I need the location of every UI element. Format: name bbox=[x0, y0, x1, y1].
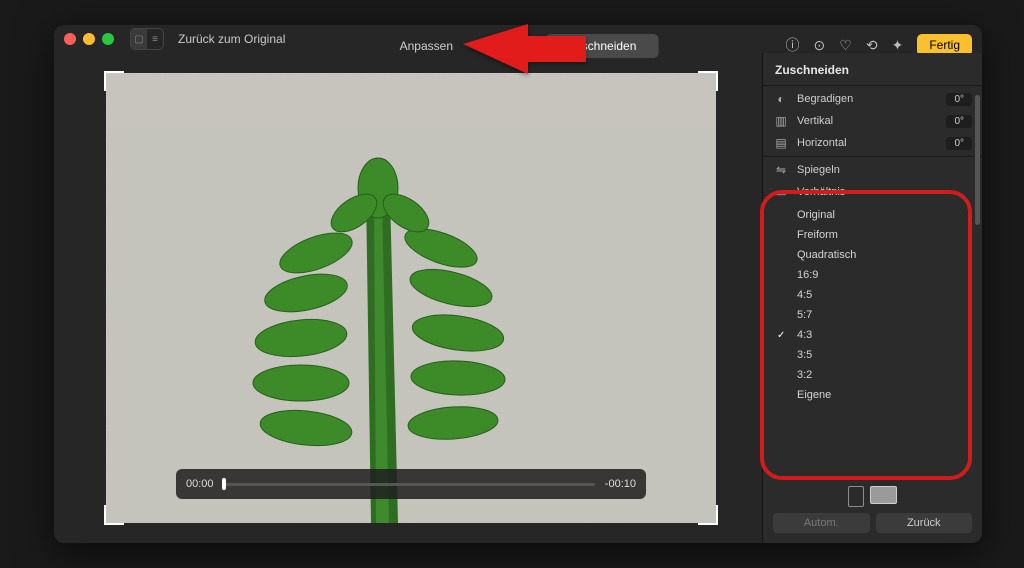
scrubber-track[interactable] bbox=[224, 483, 595, 486]
checkmark-icon: ✓ bbox=[777, 330, 787, 341]
aspect-ratio-option[interactable]: 5:7 bbox=[763, 305, 982, 325]
aspect-ratio-label: Freiform bbox=[797, 229, 838, 241]
vertical-row[interactable]: ▥ Vertikal 0° bbox=[763, 110, 982, 132]
horizontal-value: 0° bbox=[946, 137, 972, 150]
more-icon[interactable]: ⊙ bbox=[814, 37, 826, 54]
aspect-icon: ▭ bbox=[773, 185, 789, 199]
aspect-ratio-label: 3:2 bbox=[797, 369, 812, 381]
aspect-ratio-option[interactable]: Original bbox=[763, 205, 982, 225]
video-remaining-time: -00:10 bbox=[605, 478, 636, 490]
orientation-landscape[interactable] bbox=[870, 486, 897, 504]
aspect-ratio-label: Quadratisch bbox=[797, 249, 856, 261]
list-view-icon[interactable]: ≡ bbox=[147, 29, 163, 49]
aspect-ratio-label: Eigene bbox=[797, 389, 831, 401]
aspect-ratio-label: Original bbox=[797, 209, 835, 221]
crop-handle-tl[interactable] bbox=[104, 71, 124, 91]
sidebar-scrollbar[interactable] bbox=[975, 95, 980, 225]
window-controls bbox=[64, 33, 114, 45]
straighten-label: Begradigen bbox=[797, 93, 853, 105]
aspect-ratio-option[interactable]: 16:9 bbox=[763, 265, 982, 285]
autoenhance-icon[interactable]: ✦ bbox=[892, 37, 904, 54]
reset-button[interactable]: Zurück bbox=[876, 513, 973, 533]
aspect-ratio-option[interactable]: ✓ 4:3 bbox=[763, 325, 982, 345]
sidebar-footer: Autom. Zurück bbox=[763, 478, 982, 543]
straighten-row[interactable]: ◐ Begradigen 0° bbox=[763, 88, 982, 110]
vertical-value: 0° bbox=[946, 115, 972, 128]
minimize-window-button[interactable] bbox=[83, 33, 95, 45]
auto-button[interactable]: Autom. bbox=[773, 513, 870, 533]
orientation-portrait[interactable] bbox=[848, 486, 864, 507]
favorite-icon[interactable]: ♡ bbox=[839, 37, 852, 54]
rotate-icon[interactable]: ⟲ bbox=[866, 37, 878, 54]
view-toggle[interactable]: ▢ ≡ bbox=[130, 28, 164, 50]
crop-handle-tr[interactable] bbox=[698, 71, 718, 91]
straighten-value: 0° bbox=[946, 93, 972, 106]
aspect-ratio-label: 5:7 bbox=[797, 309, 812, 321]
aspect-ratio-label: 16:9 bbox=[797, 269, 818, 281]
info-icon[interactable]: ⓘ bbox=[786, 35, 800, 55]
crop-handle-bl[interactable] bbox=[104, 505, 124, 525]
vertical-label: Vertikal bbox=[797, 115, 833, 127]
flip-icon: ⇋ bbox=[773, 163, 789, 177]
titlebar: ▢ ≡ Zurück zum Original Anpassen Filter … bbox=[54, 25, 982, 53]
aspect-ratio-list: Original Freiform Quadratisch 16:9 4:5 5:7 ✓ 4:… bbox=[763, 203, 982, 411]
horizontal-icon: ▤ bbox=[773, 136, 789, 150]
canvas-area: 00:00 -00:10 bbox=[54, 53, 762, 543]
crop-sidebar: Zuschneiden ◐ Begradigen 0° ▥ Vertikal 0… bbox=[762, 53, 982, 543]
aspect-ratio-option[interactable]: Quadratisch bbox=[763, 245, 982, 265]
flip-label: Spiegeln bbox=[797, 164, 840, 176]
flip-row[interactable]: ⇋ Spiegeln bbox=[763, 159, 982, 181]
revert-to-original-button[interactable]: Zurück zum Original bbox=[178, 32, 285, 46]
sidebar-title: Zuschneiden bbox=[763, 53, 982, 83]
video-current-time: 00:00 bbox=[186, 478, 214, 490]
aspect-ratio-label: 4:3 bbox=[797, 329, 812, 341]
aspect-ratio-option[interactable]: Freiform bbox=[763, 225, 982, 245]
scrubber-knob[interactable] bbox=[222, 478, 226, 490]
video-scrubber[interactable]: 00:00 -00:10 bbox=[176, 469, 646, 499]
horizontal-label: Horizontal bbox=[797, 137, 847, 149]
straighten-icon: ◐ bbox=[773, 92, 789, 106]
crop-handle-br[interactable] bbox=[698, 505, 718, 525]
horizontal-row[interactable]: ▤ Horizontal 0° bbox=[763, 132, 982, 154]
aspect-label: Verhältnis bbox=[797, 186, 845, 198]
aspect-ratio-label: 3:5 bbox=[797, 349, 812, 361]
aspect-ratio-option[interactable]: 3:2 bbox=[763, 365, 982, 385]
vertical-icon: ▥ bbox=[773, 114, 789, 128]
preview-image bbox=[106, 73, 716, 523]
editor-window: ▢ ≡ Zurück zum Original Anpassen Filter … bbox=[54, 25, 982, 543]
aspect-row: ▭ Verhältnis bbox=[763, 181, 982, 203]
aspect-ratio-option[interactable]: 4:5 bbox=[763, 285, 982, 305]
aspect-ratio-option[interactable]: 3:5 bbox=[763, 345, 982, 365]
fullscreen-window-button[interactable] bbox=[102, 33, 114, 45]
editor-body: 00:00 -00:10 Zuschneiden ◐ Begradigen 0°… bbox=[54, 53, 982, 543]
thumbnail-view-icon[interactable]: ▢ bbox=[131, 29, 147, 49]
close-window-button[interactable] bbox=[64, 33, 76, 45]
aspect-ratio-option[interactable]: Eigene bbox=[763, 385, 982, 405]
crop-frame[interactable]: 00:00 -00:10 bbox=[106, 73, 716, 523]
aspect-ratio-label: 4:5 bbox=[797, 289, 812, 301]
orientation-toggle bbox=[773, 486, 972, 507]
